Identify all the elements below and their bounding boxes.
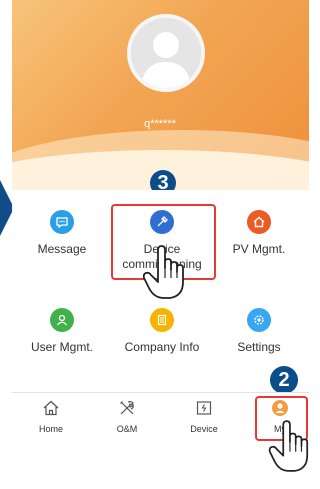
grid-item-company-info[interactable]: Company Info <box>112 308 212 355</box>
nav-tab-home[interactable]: Home <box>21 399 81 434</box>
hand-pointer-icon <box>268 420 309 472</box>
grid-label: Company Info <box>124 340 200 354</box>
tools-icon <box>120 401 134 415</box>
nav-label: Home <box>38 424 63 434</box>
company-icon <box>150 308 174 332</box>
home-icon <box>247 210 271 234</box>
device-icon <box>196 401 212 415</box>
nav-label: Device <box>190 424 218 434</box>
grid-item-message[interactable]: Message <box>12 210 112 257</box>
grid-item-settings[interactable]: Settings <box>209 308 309 355</box>
step-2-badge: 2 <box>270 366 298 394</box>
grid-label: User Mgmt. <box>30 340 93 354</box>
hand-pointer-icon <box>142 245 184 299</box>
grid-label: Message <box>37 242 87 256</box>
username: q****** <box>144 118 176 130</box>
nav-label: O&M <box>116 424 138 434</box>
avatar[interactable] <box>127 14 205 92</box>
nav-tab-device[interactable]: Device <box>174 399 234 434</box>
grid-label: Settings <box>237 340 281 354</box>
grid-item-user-mgmt[interactable]: User Mgmt. <box>12 308 112 355</box>
grid-item-pv-mgmt[interactable]: PV Mgmt. <box>209 210 309 257</box>
avatar-silhouette-icon <box>131 18 201 88</box>
home-icon <box>43 400 59 416</box>
nav-tab-om[interactable]: O&M <box>97 399 157 434</box>
message-icon <box>50 210 74 234</box>
user-icon <box>50 308 74 332</box>
grid-label: PV Mgmt. <box>232 242 286 256</box>
settings-icon <box>247 308 271 332</box>
